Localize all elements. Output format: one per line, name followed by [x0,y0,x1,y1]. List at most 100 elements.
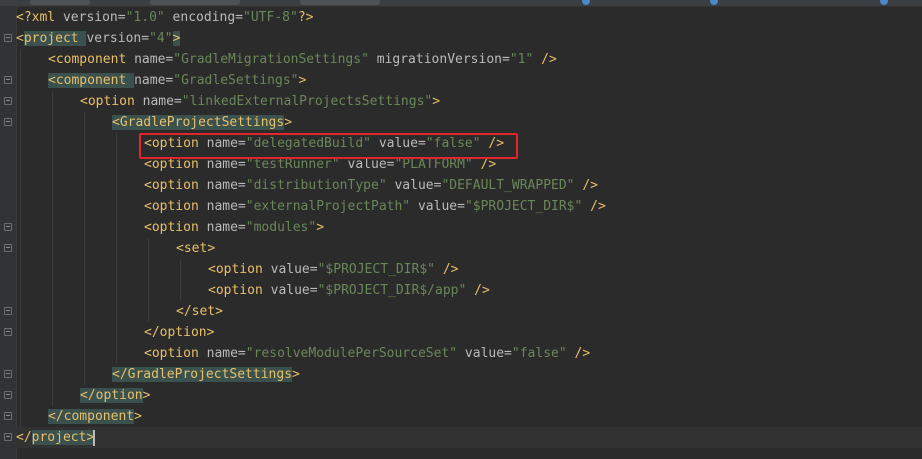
code-token: < [144,199,152,214]
code-token: component [63,409,135,424]
code-line[interactable]: <component name="GradleSettings"> [16,70,306,91]
code-token: value= [386,178,442,193]
code-token: "1" [509,52,534,67]
code-line[interactable]: <option value="$PROJECT_DIR$/app" /> [16,280,490,301]
code-token: /> [435,262,459,277]
code-line[interactable]: <project version="4"> [16,28,181,49]
code-token: < [48,73,56,88]
file-type-icon [880,0,888,5]
code-token: value= [270,262,318,277]
fold-collapse-icon[interactable] [4,223,12,231]
code-token: "DEFAULT_WRAPPED" [441,178,575,193]
code-token: option [151,157,207,172]
fold-end-icon[interactable] [4,391,12,399]
code-line[interactable]: <option name="resolveModulePerSourceSet"… [16,343,590,364]
code-token: "4" [149,31,173,46]
code-token: migrationVersion= [368,52,510,67]
fold-collapse-icon[interactable] [4,118,12,126]
code-token: < [16,31,24,46]
code-token: < [144,346,152,361]
code-token: name= [134,73,174,88]
code-line[interactable]: </project> [16,427,922,448]
code-line[interactable]: <option name="distributionType" value="D… [16,175,598,196]
code-line[interactable]: </GradleProjectSettings> [16,364,300,385]
code-line[interactable]: </set> [16,301,223,322]
fold-end-icon[interactable] [4,433,12,441]
code-token: </ [144,325,160,340]
code-line[interactable]: </option> [16,322,214,343]
code-token: < [48,52,56,67]
code-line[interactable]: <set> [16,238,215,259]
fold-collapse-icon[interactable] [4,34,12,42]
code-line[interactable]: <component name="GradleMigrationSettings… [16,49,557,70]
code-token: xml [31,10,63,25]
code-token: component [55,73,135,88]
code-line[interactable]: </option> [16,385,150,406]
fold-end-icon[interactable] [4,370,12,378]
tab-fragment[interactable] [150,0,240,5]
code-token: name= [206,178,246,193]
code-token: "externalProjectPath" [245,199,411,214]
code-token: <? [16,10,32,25]
code-token: < [208,283,216,298]
code-token: version= [86,31,150,46]
code-token: component [55,52,135,67]
code-line[interactable]: <option name="modules"> [16,217,324,238]
code-token: /> [466,283,490,298]
code-token: "$PROJECT_DIR$/app" [317,283,467,298]
code-line[interactable]: </component> [16,406,142,427]
text-caret [93,429,96,446]
tab-fragment[interactable] [30,0,90,5]
code-token: </ [16,430,32,445]
code-token: project [31,430,87,445]
code-token: > [298,73,307,88]
code-line[interactable]: <GradleProjectSettings> [16,112,292,133]
file-type-icon [710,0,718,5]
code-token: option [151,346,207,361]
fold-end-icon[interactable] [4,307,12,315]
code-token: version= [62,10,126,25]
code-token: > [284,115,293,130]
file-type-icon [582,0,590,5]
code-token: project [23,31,87,46]
code-line[interactable]: <option name="externalProjectPath" value… [16,196,606,217]
code-line[interactable]: <option value="$PROJECT_DIR$" /> [16,259,458,280]
code-token: option [95,388,143,403]
annotation-highlight-box [139,133,518,159]
code-token: > [207,241,216,256]
code-token: name= [134,52,174,67]
code-token: option [151,178,207,193]
code-token: "UTF-8" [243,10,298,25]
code-token: > [142,388,151,403]
code-token: /> [533,52,557,67]
tab-fragment[interactable] [300,0,380,5]
code-token: option [159,325,207,340]
fold-collapse-icon[interactable] [4,97,12,105]
fold-collapse-icon[interactable] [4,244,12,252]
code-token: value= [270,283,318,298]
code-token: > [206,325,215,340]
code-token: ?> [297,10,314,25]
code-token: > [316,220,325,235]
fold-end-icon[interactable] [4,412,12,420]
code-token: option [87,94,143,109]
code-token: GradleProjectSettings [127,367,293,382]
code-token: value= [457,346,512,361]
code-token: "GradleSettings" [173,73,299,88]
code-token: /> [574,178,598,193]
code-token: name= [206,220,246,235]
code-token: > [172,31,181,46]
code-token: < [112,115,120,130]
code-line[interactable]: <option name="linkedExternalProjectsSett… [16,91,440,112]
editor-tab-strip [0,0,922,7]
fold-collapse-icon[interactable] [4,76,12,84]
fold-end-icon[interactable] [4,328,12,336]
code-token: option [215,262,271,277]
code-token: name= [206,199,246,214]
code-token: /> [566,346,591,361]
code-token: < [144,157,152,172]
code-token: name= [206,346,246,361]
code-line[interactable]: <?xml version="1.0" encoding="UTF-8"?> [16,7,313,28]
code-token: /> [582,199,606,214]
code-token: > [215,304,223,319]
